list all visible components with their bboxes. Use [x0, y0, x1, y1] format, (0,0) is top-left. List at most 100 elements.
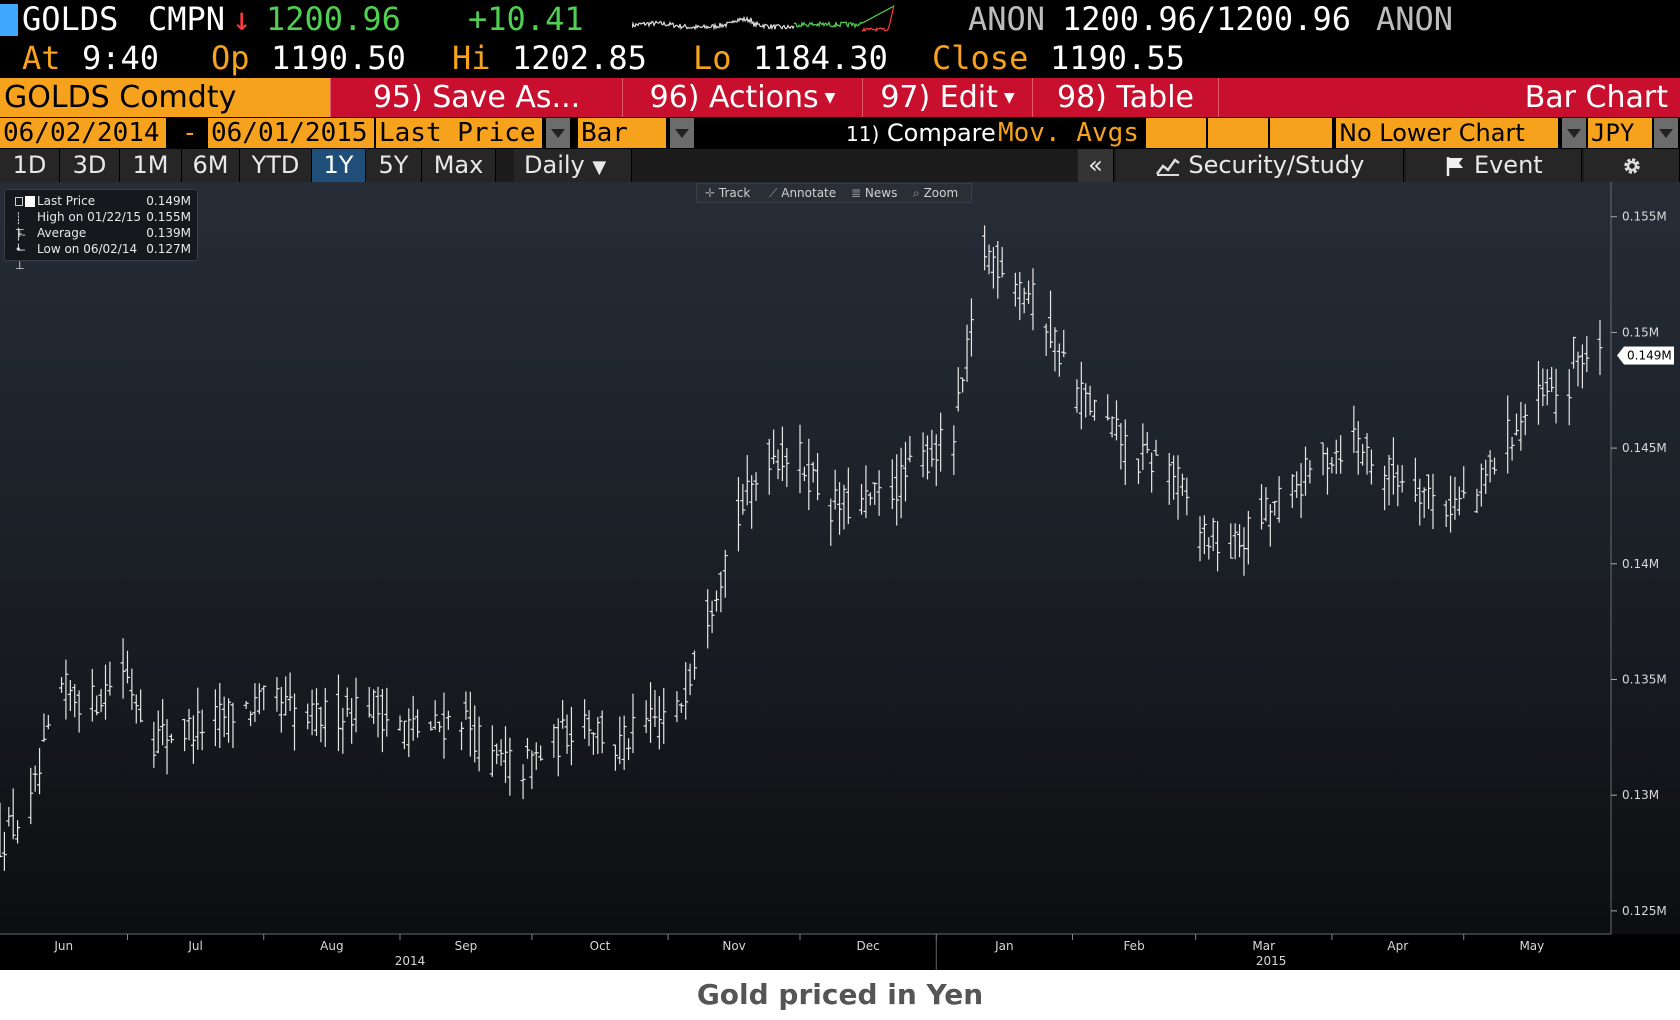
ohlc-bar — [287, 672, 293, 712]
ohlc-bar — [1412, 457, 1418, 502]
legend-low-value: 0.127M — [146, 242, 191, 256]
ohlc-bar — [533, 742, 539, 770]
ohlc-bar — [687, 663, 693, 696]
chart-area[interactable]: 0.125M 0.13M 0.135M 0.14M 0.145M 0.15M 0.155M 0… — [0, 182, 1680, 970]
security-study-label: Security/Study — [1188, 151, 1365, 179]
ohlc-bar — [502, 726, 508, 783]
ohlc-bar — [1492, 457, 1498, 475]
range-button-1y[interactable]: 1Y — [312, 149, 366, 182]
ohlc-bar — [467, 691, 473, 757]
range-button-6m[interactable]: 6M — [182, 149, 240, 182]
ohlc-bar — [1382, 465, 1388, 511]
low-marker-icon: └ ⊥ — [15, 244, 25, 272]
ohlc-bar — [898, 447, 904, 519]
ohlc-bar — [1294, 471, 1300, 498]
study-slot-1[interactable] — [1146, 118, 1208, 148]
open-label: Op — [211, 39, 250, 77]
ohlc-bar — [1140, 423, 1146, 470]
ohlc-bar — [45, 715, 51, 730]
range-button-max[interactable]: Max — [422, 149, 496, 182]
ohlc-bar — [1241, 527, 1247, 576]
ohlc-bar — [384, 687, 390, 737]
table-button[interactable]: 98) Table — [1032, 78, 1218, 117]
ohlc-bar — [718, 571, 724, 613]
ohlc-bar — [397, 715, 403, 731]
price-field-select[interactable]: Last Price — [376, 118, 542, 148]
zoom-button[interactable]: ⌕ Zoom — [913, 184, 958, 202]
low-value: 1184.30 — [753, 39, 888, 77]
event-button[interactable]: Event — [1406, 149, 1582, 182]
ohlc-bar — [863, 465, 869, 519]
actions-button[interactable]: 96) Actions ▼ — [622, 78, 862, 117]
ohlc-bar — [401, 720, 407, 750]
ohlc-bar — [1197, 516, 1203, 562]
study-slot-2[interactable] — [1208, 118, 1270, 148]
end-date-field[interactable]: 06/01/2015 — [208, 118, 374, 148]
ohlc-bar — [1184, 477, 1190, 516]
ohlc-bar — [1487, 450, 1493, 483]
ohlc-bar — [568, 706, 574, 766]
compare-button[interactable]: 11) Compare — [846, 118, 996, 149]
lower-chart-dropdown-icon[interactable] — [1562, 118, 1586, 148]
track-button[interactable]: ✛ Track — [705, 184, 750, 202]
range-button-3d[interactable]: 3D — [60, 149, 120, 182]
ohlc-bar — [278, 686, 284, 733]
ohlc-bar — [459, 721, 465, 751]
ohlc-bar — [0, 802, 3, 858]
study-slot-3[interactable] — [1270, 118, 1334, 148]
ohlc-bar — [1518, 401, 1524, 451]
settings-button[interactable] — [1584, 149, 1680, 182]
news-button[interactable]: ≣ News — [851, 184, 897, 202]
mov-avgs-button[interactable]: Mov. Avgs — [998, 118, 1139, 148]
last-price-tag-pointer — [1617, 346, 1624, 365]
collapse-button[interactable]: « — [1078, 149, 1114, 182]
price-field-dropdown-icon[interactable] — [546, 118, 570, 148]
ohlc-bar — [1179, 473, 1185, 496]
ohlc-bar — [586, 710, 592, 747]
range-button-5y[interactable]: 5Y — [366, 149, 422, 182]
ohlc-bar — [160, 699, 166, 746]
ohlc-bar — [683, 662, 689, 720]
ohlc-bar — [630, 693, 636, 754]
ohlc-bar — [1201, 515, 1207, 555]
ohlc-bar — [986, 244, 992, 275]
x-tick-label: Aug — [320, 939, 343, 953]
period-select[interactable]: Daily ▼ — [514, 149, 632, 182]
ohlc-bar — [859, 484, 865, 515]
ohlc-bar — [779, 426, 785, 482]
sparkline — [632, 4, 895, 33]
range-button-1m[interactable]: 1M — [120, 149, 182, 182]
ohlc-bar — [318, 706, 324, 743]
ohlc-bar — [1074, 379, 1080, 413]
ohlc-bar — [353, 677, 359, 733]
ohlc-bar — [1206, 537, 1212, 560]
security-name[interactable]: GOLDS Comdty — [0, 78, 330, 117]
style-dropdown-icon[interactable] — [670, 118, 694, 148]
ohlc-bar — [212, 689, 218, 747]
year-label: 2015 — [1256, 954, 1287, 968]
annotate-button[interactable]: ⟋ Annotate — [769, 184, 836, 202]
high-label: Hi — [452, 39, 491, 77]
ohlc-bar — [1571, 336, 1577, 369]
ohlc-bar — [740, 483, 746, 515]
price-chart[interactable]: 0.125M 0.13M 0.135M 0.14M 0.145M 0.15M 0.155M 0… — [0, 182, 1680, 970]
style-select[interactable]: Bar — [578, 118, 666, 148]
range-button-1d[interactable]: 1D — [0, 149, 60, 182]
ohlc-bar — [828, 498, 834, 546]
edit-button[interactable]: 97) Edit ▼ — [862, 78, 1032, 117]
legend-average-value: 0.139M — [146, 226, 191, 240]
x-tick-label: Jan — [994, 939, 1014, 953]
ohlc-bar — [709, 600, 715, 634]
currency-select[interactable]: JPY — [1588, 118, 1652, 148]
range-button-ytd[interactable]: YTD — [240, 149, 312, 182]
lower-chart-select[interactable]: No Lower Chart — [1336, 118, 1558, 148]
ticker-symbol[interactable]: GOLDS — [22, 0, 118, 39]
ohlc-bar — [999, 246, 1005, 278]
save-as-button[interactable]: 95) Save As... — [330, 78, 622, 117]
ohlc-bar — [243, 700, 249, 709]
start-date-field[interactable]: 06/02/2014 — [0, 118, 166, 148]
currency-dropdown-icon[interactable] — [1654, 118, 1678, 148]
ohlc-bar — [1, 831, 7, 871]
security-study-button[interactable]: Security/Study — [1116, 149, 1404, 182]
ohlc-bar — [1149, 452, 1155, 493]
